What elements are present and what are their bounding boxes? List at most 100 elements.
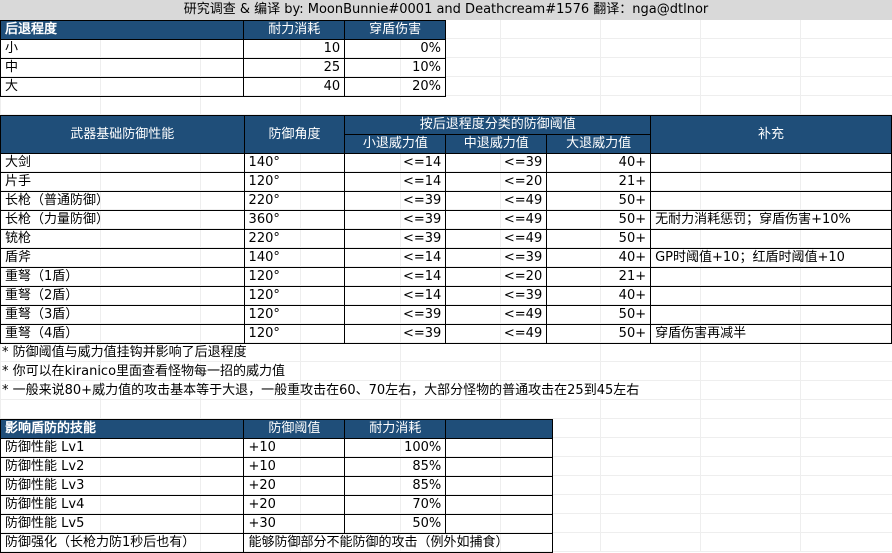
cell[interactable]: 重弩（1盾） [0,267,245,287]
weapons-header-group[interactable]: 按后退程度分类的防御阈值 [344,115,652,135]
weapons-header-note[interactable]: 补充 [650,115,892,154]
cell[interactable]: 重弩（4盾） [0,324,245,344]
cell[interactable]: +30 [243,514,346,534]
knockback-header-chip[interactable]: 穿盾伤害 [344,20,446,40]
cell[interactable] [650,267,892,287]
note-2[interactable]: * 你可以在kiranico里面查看怪物每一招的威力值 [2,362,285,381]
cell[interactable]: 140° [243,153,346,173]
cell[interactable]: 40+ [546,248,652,268]
skills-header-threshold[interactable]: 防御阈值 [243,419,346,439]
cell[interactable]: 40 [243,77,346,97]
note-1[interactable]: * 防御阈值与威力值挂钩并影响了后退程度 [2,343,247,362]
cell[interactable]: <=39 [445,248,548,268]
knockback-header-stamina[interactable]: 耐力消耗 [243,20,346,40]
cell[interactable]: 50+ [546,191,652,211]
cell[interactable]: 120° [243,267,346,287]
cell[interactable]: <=49 [445,305,548,325]
cell[interactable]: 盾斧 [0,248,245,268]
cell[interactable] [445,457,553,477]
cell[interactable]: 120° [243,172,346,192]
cell[interactable]: <=14 [344,267,447,287]
cell[interactable]: +10 [243,438,346,458]
cell[interactable] [445,514,553,534]
cell[interactable]: 100% [344,438,447,458]
cell[interactable]: 0% [344,39,446,59]
cell[interactable]: 穿盾伤害再减半 [650,324,892,344]
cell[interactable] [650,305,892,325]
cell[interactable]: 防御性能 Lv2 [0,457,245,477]
cell[interactable]: 铳枪 [0,229,245,249]
cell[interactable]: 50+ [546,305,652,325]
cell[interactable]: <=20 [445,172,548,192]
cell[interactable]: 防御性能 Lv4 [0,495,245,515]
cell[interactable]: <=49 [445,191,548,211]
note-3[interactable]: * 一般来说80+威力值的攻击基本等于大退，一般重攻击在60、70左右，大部分怪… [2,381,639,400]
cell[interactable] [650,191,892,211]
cell[interactable]: <=14 [344,286,447,306]
cell[interactable]: 防御性能 Lv1 [0,438,245,458]
cell[interactable]: 重弩（3盾） [0,305,245,325]
cell[interactable]: <=39 [344,210,447,230]
cell[interactable]: <=49 [445,210,548,230]
cell[interactable]: 大 [0,77,245,97]
cell[interactable] [650,286,892,306]
cell[interactable]: 50+ [546,324,652,344]
cell[interactable]: 85% [344,476,447,496]
cell[interactable]: <=39 [344,191,447,211]
cell[interactable]: 长枪（力量防御） [0,210,245,230]
cell[interactable]: 140° [243,248,346,268]
cell[interactable]: <=39 [445,153,548,173]
cell[interactable]: <=39 [344,229,447,249]
cell[interactable]: 中 [0,58,245,78]
cell[interactable]: 20% [344,77,446,97]
cell[interactable]: 大剑 [0,153,245,173]
skills-header-name[interactable]: 影响盾防的技能 [0,419,245,439]
cell[interactable]: <=14 [344,153,447,173]
cell[interactable]: 防御性能 Lv5 [0,514,245,534]
cell[interactable]: 50+ [546,210,652,230]
cell[interactable]: 重弩（2盾） [0,286,245,306]
cell[interactable]: 长枪（普通防御） [0,191,245,211]
weapons-header-angle[interactable]: 防御角度 [243,115,346,154]
title-row[interactable]: 研究调查 & 编译 by: MoonBunnie#0001 and Deathc… [0,0,892,20]
cell[interactable]: 10 [243,39,346,59]
cell[interactable] [650,172,892,192]
cell[interactable]: <=49 [445,229,548,249]
cell[interactable]: +10 [243,457,346,477]
cell[interactable]: 360° [243,210,346,230]
cell[interactable]: +20 [243,495,346,515]
cell[interactable] [650,229,892,249]
cell[interactable]: 70% [344,495,447,515]
cell[interactable] [650,153,892,173]
cell[interactable]: 40+ [546,153,652,173]
cell[interactable]: <=39 [344,305,447,325]
cell[interactable]: 220° [243,191,346,211]
cell[interactable]: 220° [243,229,346,249]
cell[interactable]: 无耐力消耗惩罚；穿盾伤害+10% [650,210,892,230]
cell[interactable]: 50+ [546,229,652,249]
cell[interactable] [445,495,553,515]
cell[interactable]: 小 [0,39,245,59]
weapons-header-large[interactable]: 大退威力值 [546,134,652,154]
cell[interactable]: 85% [344,457,447,477]
cell[interactable]: 120° [243,286,346,306]
cell[interactable] [445,476,553,496]
cell[interactable]: 120° [243,324,346,344]
weapons-header-small[interactable]: 小退威力值 [344,134,447,154]
cell[interactable]: <=49 [445,324,548,344]
weapons-header-mid[interactable]: 中退威力值 [445,134,548,154]
knockback-header-level[interactable]: 后退程度 [0,20,245,40]
weapons-header-name[interactable]: 武器基础防御性能 [0,115,245,154]
cell[interactable]: 21+ [546,267,652,287]
cell[interactable]: 120° [243,305,346,325]
cell[interactable]: 21+ [546,172,652,192]
cell[interactable]: 10% [344,58,446,78]
cell[interactable]: <=14 [344,248,447,268]
cell[interactable]: 25 [243,58,346,78]
cell[interactable]: <=39 [344,324,447,344]
cell[interactable] [445,438,553,458]
cell[interactable]: 防御性能 Lv3 [0,476,245,496]
cell[interactable]: <=20 [445,267,548,287]
cell[interactable]: <=14 [344,172,447,192]
cell[interactable]: 防御强化（长枪力防1秒后也有） [0,533,245,553]
